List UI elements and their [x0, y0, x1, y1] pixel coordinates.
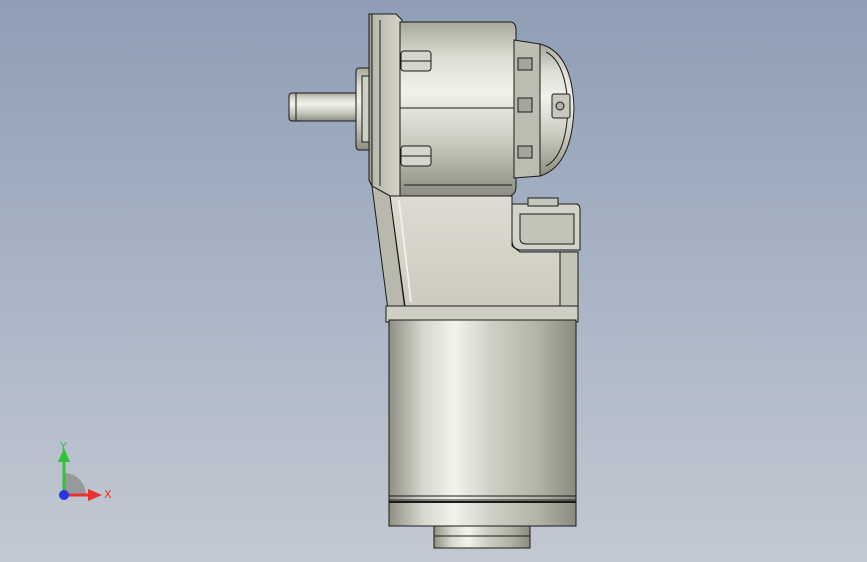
y-axis-label: Y [59, 440, 67, 453]
end-cap [513, 39, 575, 179]
gearbox-housing [399, 21, 517, 197]
output-shaft [288, 92, 360, 122]
gear-motor-model[interactable] [0, 0, 867, 562]
mounting-flange [368, 13, 403, 197]
x-axis-head [88, 489, 102, 501]
motor-rear-cap [433, 525, 531, 549]
graphics-viewport[interactable]: Y X [0, 0, 867, 562]
coordinate-triad: Y X [58, 440, 112, 501]
x-axis-label: X [104, 488, 112, 501]
z-axis-dot [59, 490, 69, 500]
motor-body [388, 319, 577, 527]
